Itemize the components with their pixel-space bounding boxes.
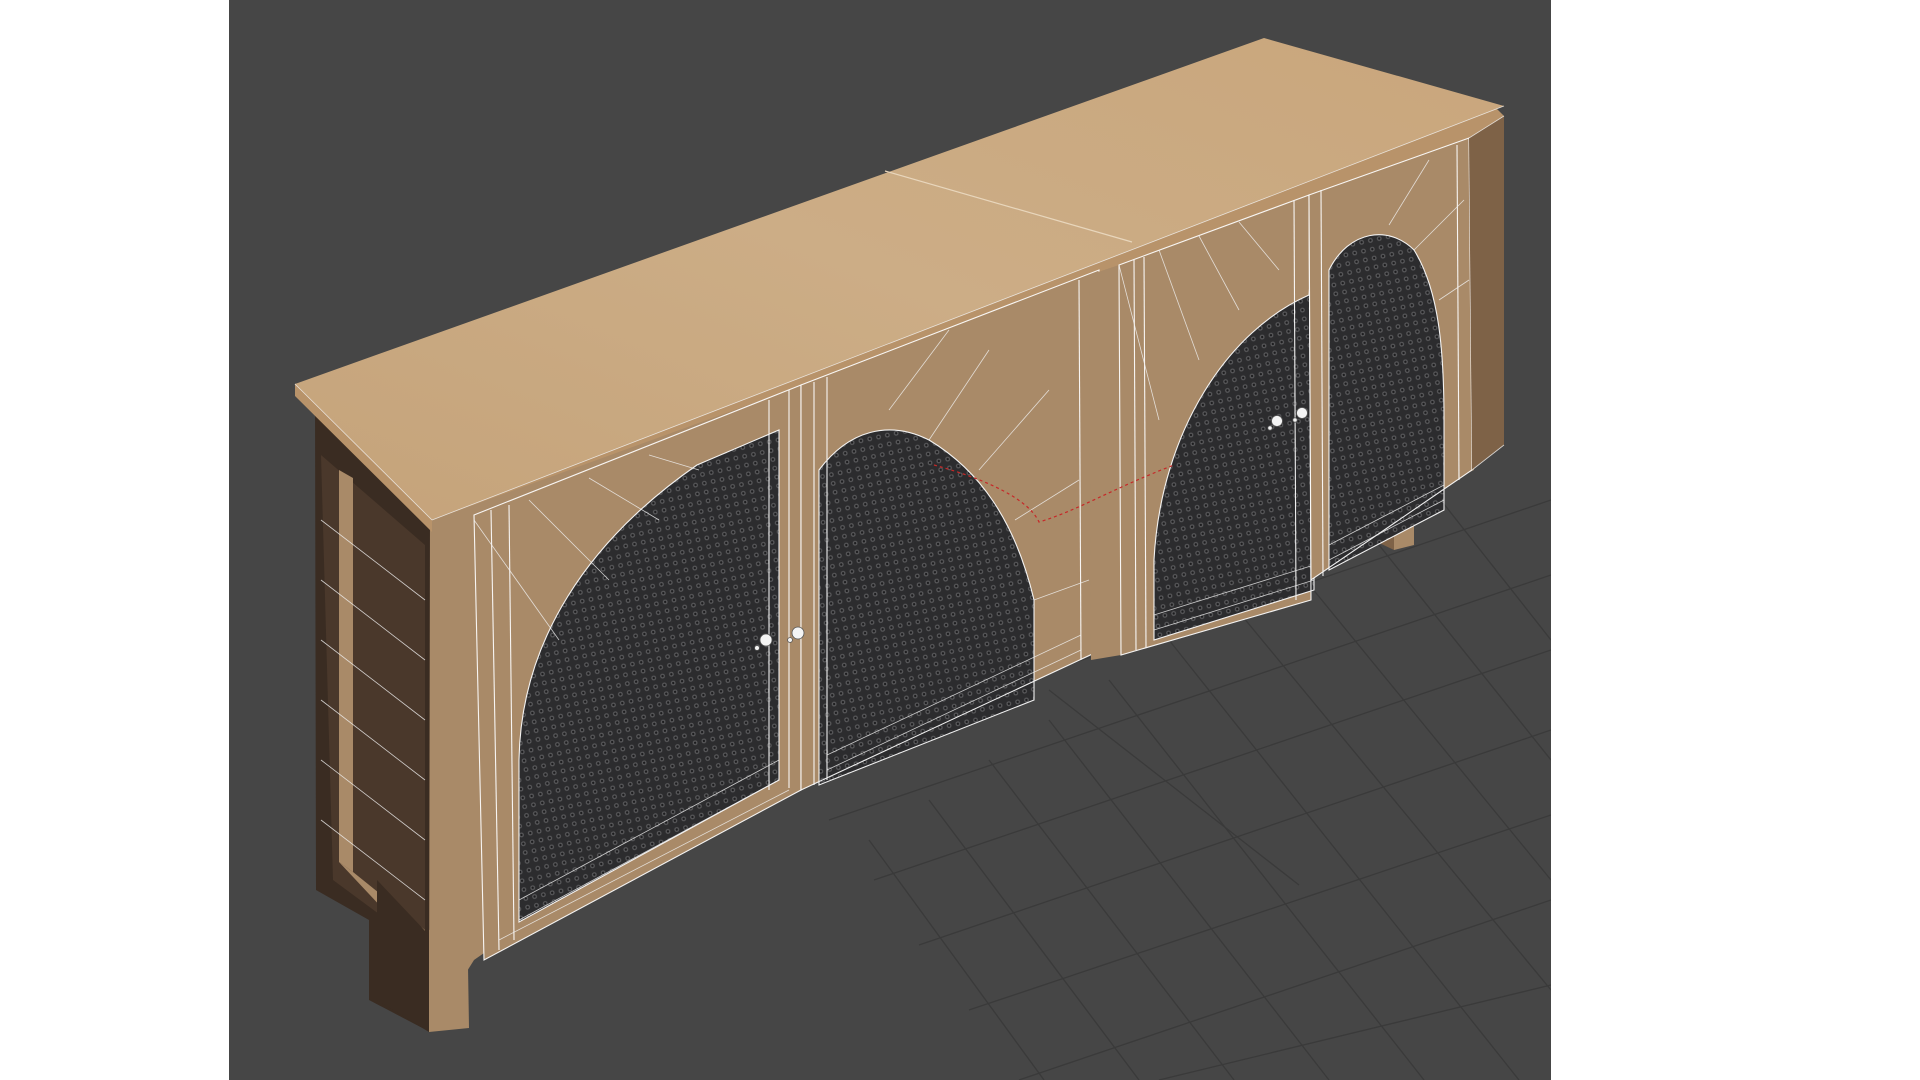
door-3[interactable]: [1118, 194, 1315, 656]
3d-viewport[interactable]: [229, 0, 1551, 1080]
door-4-mesh-panel: [1329, 234, 1444, 571]
door-4[interactable]: [1292, 137, 1473, 582]
viewport-canvas[interactable]: [229, 0, 1551, 1080]
